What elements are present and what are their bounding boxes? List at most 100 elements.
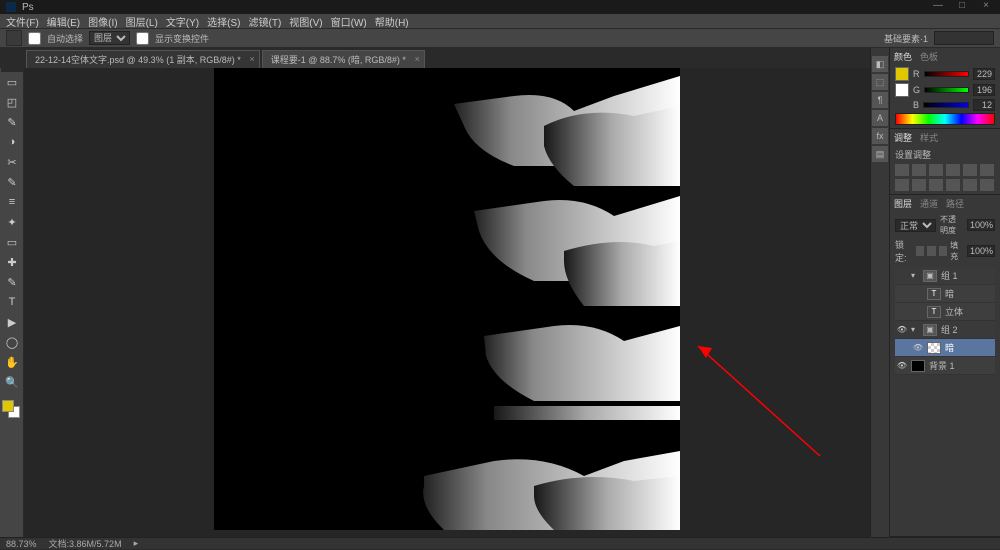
- layer-name[interactable]: 组 2: [941, 323, 993, 336]
- dock-icon-info[interactable]: ▤: [872, 146, 888, 162]
- visibility-icon[interactable]: [913, 289, 923, 299]
- adj-lookup-icon[interactable]: [946, 179, 960, 191]
- menu-view[interactable]: 视图(V): [289, 14, 322, 29]
- current-tool-icon[interactable]: [6, 30, 22, 46]
- eyedropper-tool[interactable]: ✂: [1, 152, 23, 172]
- expand-icon[interactable]: ▸: [134, 538, 139, 549]
- lock-position-icon[interactable]: [927, 246, 936, 256]
- brush-tool[interactable]: ≡: [1, 192, 23, 212]
- crop-tool[interactable]: ◑: [1, 132, 23, 152]
- lock-all-icon[interactable]: [939, 246, 948, 256]
- layer-row[interactable]: T 立体: [895, 303, 995, 321]
- tab-adjustments[interactable]: 调整: [894, 131, 912, 144]
- close-icon[interactable]: ×: [249, 54, 254, 64]
- adj-posterize-icon[interactable]: [980, 179, 994, 191]
- show-transform-checkbox[interactable]: [136, 32, 149, 45]
- minimize-button[interactable]: —: [926, 0, 950, 12]
- adj-exposure-icon[interactable]: [946, 164, 960, 176]
- layer-name[interactable]: 组 1: [941, 269, 993, 282]
- dock-icon-character[interactable]: A: [872, 110, 888, 126]
- stamp-tool[interactable]: ✦: [1, 212, 23, 232]
- history-tool[interactable]: ▭: [1, 232, 23, 252]
- shape-tool[interactable]: ◯: [1, 332, 23, 352]
- menu-file[interactable]: 文件(F): [6, 14, 39, 29]
- fill-value[interactable]: 100%: [967, 245, 995, 257]
- eraser-tool[interactable]: ✚: [1, 252, 23, 272]
- menu-filter[interactable]: 滤镜(T): [249, 14, 282, 29]
- lasso-tool[interactable]: ◰: [1, 92, 23, 112]
- healing-tool[interactable]: ✎: [1, 172, 23, 192]
- menu-window[interactable]: 窗口(W): [331, 14, 367, 29]
- adj-bw-icon[interactable]: [895, 179, 909, 191]
- menu-edit[interactable]: 编辑(E): [47, 14, 80, 29]
- tab-swatches[interactable]: 色板: [920, 50, 938, 63]
- document-tab[interactable]: 22-12-14空体文字.psd @ 49.3% (1 副本, RGB/8#) …: [26, 50, 260, 68]
- color-swatches[interactable]: [0, 398, 22, 420]
- layer-row[interactable]: ▾ ▣ 组 1: [895, 267, 995, 285]
- tab-color[interactable]: 颜色: [894, 50, 912, 63]
- visibility-icon[interactable]: 👁: [913, 343, 923, 353]
- dock-icon-styles[interactable]: fx: [872, 128, 888, 144]
- document-canvas[interactable]: [214, 56, 680, 530]
- menu-image[interactable]: 图像(I): [88, 14, 117, 29]
- bg-color-icon[interactable]: [895, 83, 909, 97]
- layer-name[interactable]: 背景 1: [929, 359, 993, 372]
- spectrum-strip[interactable]: [895, 113, 995, 125]
- tab-channels[interactable]: 通道: [920, 197, 938, 210]
- opacity-value[interactable]: 100%: [967, 219, 995, 231]
- menu-select[interactable]: 选择(S): [207, 14, 240, 29]
- adj-brightness-icon[interactable]: [895, 164, 909, 176]
- disclosure-icon[interactable]: ▾: [911, 325, 919, 334]
- tab-paths[interactable]: 路径: [946, 197, 964, 210]
- document-tab[interactable]: 课程要-1 @ 88.7% (暗, RGB/8#) * ×: [262, 50, 425, 68]
- dock-icon-paragraph[interactable]: ¶: [872, 92, 888, 108]
- visibility-icon[interactable]: [897, 271, 907, 281]
- dock-icon-history[interactable]: ◧: [872, 56, 888, 72]
- layer-row[interactable]: T 暗: [895, 285, 995, 303]
- tab-styles[interactable]: 样式: [920, 131, 938, 144]
- blend-mode-select[interactable]: 正常: [895, 219, 936, 232]
- layer-row[interactable]: 👁 ▾ ▣ 组 2: [895, 321, 995, 339]
- close-button[interactable]: ×: [974, 0, 998, 12]
- layer-row[interactable]: 👁 暗: [895, 339, 995, 357]
- maximize-button[interactable]: □: [950, 0, 974, 12]
- layer-row[interactable]: 👁 背景 1: [895, 357, 995, 375]
- wand-tool[interactable]: ✎: [1, 112, 23, 132]
- adj-mixer-icon[interactable]: [929, 179, 943, 191]
- g-slider[interactable]: [924, 87, 969, 93]
- hand-tool[interactable]: ✋: [1, 352, 23, 372]
- search-field[interactable]: [934, 31, 994, 45]
- tab-layers[interactable]: 图层: [894, 197, 912, 210]
- gradient-tool[interactable]: ✎: [1, 272, 23, 292]
- doc-info[interactable]: 文档:3.86M/5.72M: [49, 537, 122, 550]
- r-value[interactable]: 229: [973, 68, 995, 80]
- foreground-swatch[interactable]: [2, 400, 14, 412]
- adj-photofilter-icon[interactable]: [912, 179, 926, 191]
- lock-pixels-icon[interactable]: [916, 246, 925, 256]
- workspace-label[interactable]: 基础要素·1: [884, 32, 928, 45]
- layer-name[interactable]: 暗: [945, 341, 993, 354]
- menu-help[interactable]: 帮助(H): [375, 14, 409, 29]
- auto-select-target[interactable]: 图层: [89, 31, 130, 45]
- fg-color-icon[interactable]: [895, 67, 909, 81]
- layer-name[interactable]: 立体: [945, 305, 993, 318]
- layer-name[interactable]: 暗: [945, 287, 993, 300]
- g-value[interactable]: 196: [973, 84, 995, 96]
- type-tool[interactable]: T: [1, 292, 23, 312]
- adj-vibrance-icon[interactable]: [963, 164, 977, 176]
- visibility-icon[interactable]: 👁: [897, 325, 907, 335]
- b-value[interactable]: 12: [973, 99, 995, 111]
- visibility-icon[interactable]: 👁: [897, 361, 907, 371]
- marquee-tool[interactable]: ▭: [1, 72, 23, 92]
- adj-hue-icon[interactable]: [980, 164, 994, 176]
- r-slider[interactable]: [924, 71, 970, 77]
- menu-type[interactable]: 文字(Y): [166, 14, 199, 29]
- auto-select-checkbox[interactable]: [28, 32, 41, 45]
- adj-curves-icon[interactable]: [929, 164, 943, 176]
- zoom-readout[interactable]: 88.73%: [6, 539, 37, 549]
- zoom-tool[interactable]: 🔍: [1, 372, 23, 392]
- adj-invert-icon[interactable]: [963, 179, 977, 191]
- adj-levels-icon[interactable]: [912, 164, 926, 176]
- disclosure-icon[interactable]: ▾: [911, 271, 919, 280]
- visibility-icon[interactable]: [913, 307, 923, 317]
